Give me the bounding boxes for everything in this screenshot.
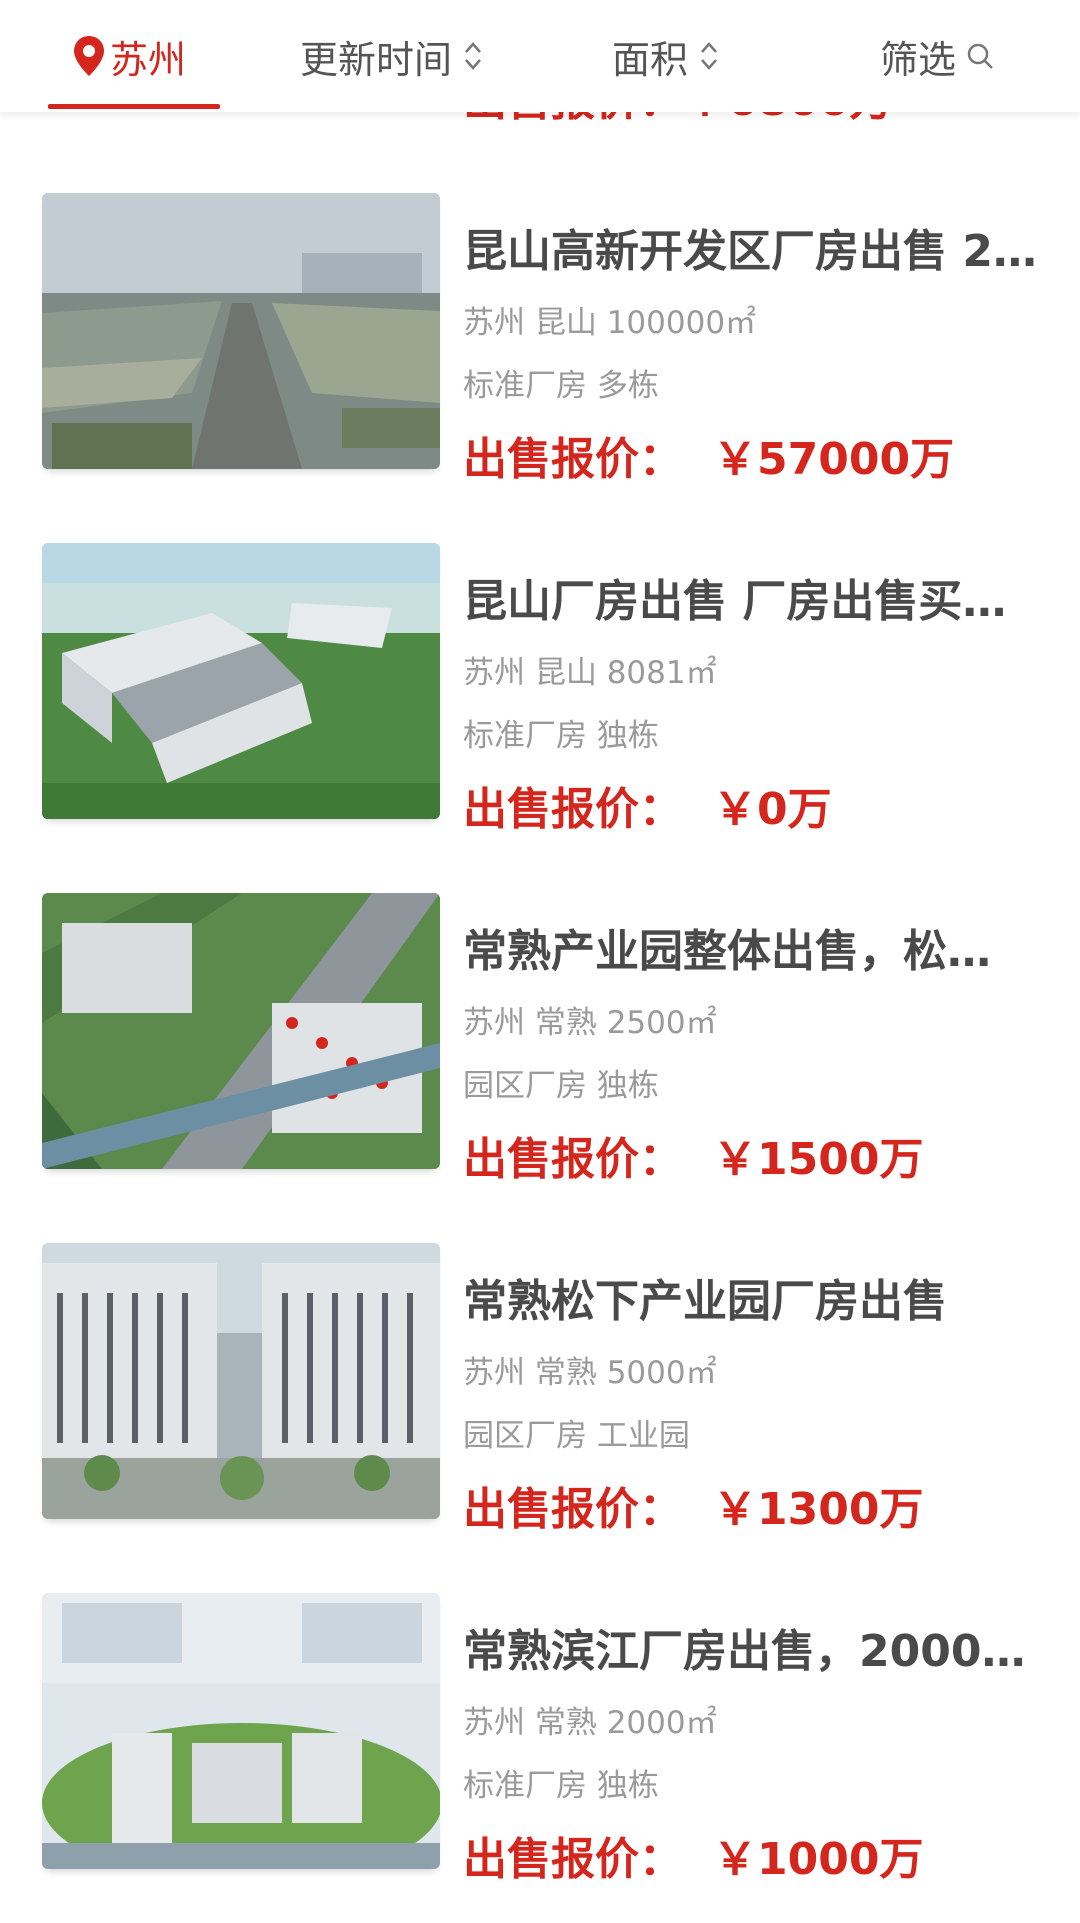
price-value: ￥1000万 — [713, 1834, 924, 1885]
listing-tags: 园区厂房 工业园 — [463, 1418, 690, 1454]
listing-tags: 标准厂房 独栋 — [463, 718, 659, 754]
listing-price: 出售报价： ￥1300万 — [463, 1473, 923, 1537]
filter-bar: 苏州 更新时间 面积 筛选 — [0, 0, 1080, 112]
listing-tags: 园区厂房 独栋 — [463, 1068, 659, 1104]
search-icon — [967, 43, 993, 69]
listing-image-industrial-park — [42, 893, 440, 1169]
price-label: 出售报价： — [463, 1134, 683, 1185]
listing-card[interactable]: 常熟松下产业园厂房出售 苏州 常熟 5000㎡ 园区厂房 工业园 出售报价： ￥1… — [0, 1243, 1080, 1573]
listing-image-office-buildings — [42, 1243, 440, 1519]
listing-location-area: 苏州 常熟 2000㎡ — [463, 1705, 717, 1741]
listing-location-area: 苏州 昆山 100000㎡ — [463, 305, 757, 341]
listing-title: 常熟产业园整体出售，松… — [463, 926, 991, 977]
price-value: ￥1500万 — [713, 1134, 924, 1185]
sort-arrows-icon — [701, 42, 717, 70]
price-label: 出售报价： — [463, 784, 683, 835]
listing-price: 出售报价： ￥1500万 — [463, 1123, 923, 1187]
price-value: ￥1300万 — [713, 1484, 924, 1535]
listing-price: 出售报价： ￥1000万 — [463, 1823, 923, 1887]
sort-arrows-icon — [465, 42, 481, 70]
sort-by-update-time[interactable]: 更新时间 — [300, 0, 484, 112]
listing-location-area: 苏州 常熟 5000㎡ — [463, 1355, 717, 1391]
listing-title: 昆山高新开发区厂房出售 2… — [463, 226, 1037, 277]
sort-by-area[interactable]: 面积 — [612, 0, 720, 112]
location-pin-icon — [74, 36, 104, 76]
listing-image-factory-rendering — [42, 543, 440, 819]
sort-area-label: 面积 — [612, 37, 689, 82]
listing-title: 昆山厂房出售 厂房出售买… — [463, 576, 1007, 627]
price-label: 出售报价： — [463, 434, 683, 485]
listing-card[interactable]: 常熟滨江厂房出售，2000… 苏州 常熟 2000㎡ 标准厂房 独栋 出售报价：… — [0, 1593, 1080, 1923]
filter-button[interactable]: 筛选 — [880, 0, 994, 112]
listing-image-site-model — [42, 1593, 440, 1869]
active-tab-indicator — [48, 104, 220, 109]
listing-card[interactable]: 昆山厂房出售 厂房出售买… 苏州 昆山 8081㎡ 标准厂房 独栋 出售报价： ￥… — [0, 543, 1080, 873]
price-value: ￥57000万 — [713, 434, 955, 485]
listing-tags: 标准厂房 独栋 — [463, 1768, 659, 1804]
filter-label: 筛选 — [880, 37, 957, 82]
listing-card[interactable]: 常熟产业园整体出售，松… 苏州 常熟 2500㎡ 园区厂房 独栋 出售报价： ￥1… — [0, 893, 1080, 1223]
price-label: 出售报价： — [463, 1484, 683, 1535]
listing-image-factory-aerial — [42, 193, 440, 469]
price-value: ￥0万 — [713, 784, 832, 835]
city-label: 苏州 — [110, 37, 187, 82]
listing-location-area: 苏州 昆山 8081㎡ — [463, 655, 717, 691]
listing-location-area: 苏州 常熟 2500㎡ — [463, 1005, 717, 1041]
city-selector[interactable]: 苏州 — [72, 0, 186, 112]
listing-title: 常熟松下产业园厂房出售 — [463, 1276, 947, 1327]
sort-time-label: 更新时间 — [300, 37, 453, 82]
price-label: 出售报价： — [463, 1834, 683, 1885]
listing-tags: 标准厂房 多栋 — [463, 368, 659, 404]
listing-price: 出售报价： ￥57000万 — [463, 423, 954, 487]
listing-price: 出售报价： ￥0万 — [463, 773, 832, 837]
listing-card[interactable]: 昆山高新开发区厂房出售 2… 苏州 昆山 100000㎡ 标准厂房 多栋 出售报… — [0, 193, 1080, 523]
listing-title: 常熟滨江厂房出售，2000… — [463, 1626, 1026, 1677]
